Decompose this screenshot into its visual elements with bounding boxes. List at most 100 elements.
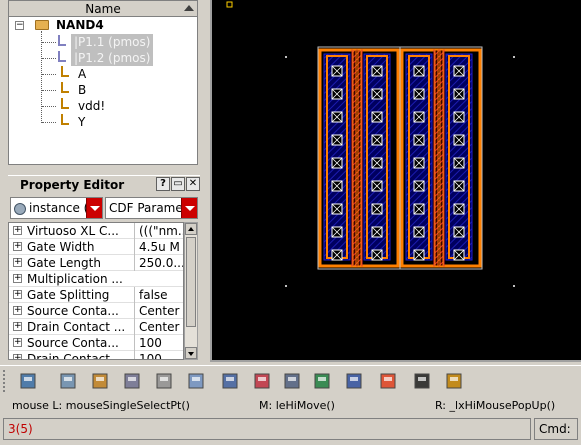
property-editor-controls: ? ▭ ✕ <box>156 177 200 191</box>
collapse-icon[interactable]: − <box>15 21 24 30</box>
hierarchy-icon[interactable] <box>18 371 38 391</box>
property-row[interactable]: + Virtuoso XL C... ((("nm... <box>9 223 183 239</box>
window-icon[interactable] <box>220 371 240 391</box>
tree-header[interactable]: Name <box>9 1 197 17</box>
sort-arrow-icon[interactable] <box>184 5 194 11</box>
tree-item-b[interactable]: B <box>75 82 89 98</box>
property-value[interactable]: ((("nm... <box>134 223 183 239</box>
pin-icon <box>61 98 69 109</box>
expand-icon[interactable]: + <box>13 274 22 283</box>
mouse-middle-binding: M: leHiMove() <box>259 399 335 412</box>
property-row[interactable]: + Gate Length 250.0... <box>9 255 183 271</box>
navigator-tree: Name − NAND4 |P1.1 (pmos) |P1.2 (pmos) A… <box>8 0 198 165</box>
property-name: Source Conta... <box>27 304 119 318</box>
close-button[interactable]: ✕ <box>186 177 200 191</box>
property-name: Drain Contact... <box>27 352 122 360</box>
probe-icon[interactable] <box>312 371 332 391</box>
cdf-category-value: CDF Paramet <box>109 201 188 215</box>
wrench-icon[interactable] <box>122 371 142 391</box>
property-value[interactable]: 250.0... <box>134 255 183 271</box>
command-count: 3(5) <box>3 418 531 440</box>
tree-item-p1-2[interactable]: |P1.2 (pmos) <box>71 50 154 66</box>
explode-icon[interactable] <box>378 371 398 391</box>
mouse-status-line: mouse L: mouseSingleSelectPt() M: leHiMo… <box>0 397 581 415</box>
tree-header-label: Name <box>85 2 121 16</box>
help-button[interactable]: ? <box>156 177 170 191</box>
instance-icon <box>14 202 26 215</box>
tree-item-y[interactable]: Y <box>75 114 88 130</box>
restore-button[interactable]: ▭ <box>171 177 185 191</box>
expand-icon[interactable]: + <box>13 306 22 315</box>
property-name: Source Conta... <box>27 336 119 350</box>
reshape-icon[interactable] <box>186 371 206 391</box>
scroll-down-icon[interactable] <box>185 347 197 359</box>
dropdown-arrow-icon[interactable] <box>86 198 102 218</box>
property-value[interactable]: 4.5u M <box>134 239 183 255</box>
tree-item-label: B <box>78 83 87 97</box>
tree-root-label: NAND4 <box>56 18 104 32</box>
property-value[interactable]: 100 <box>134 335 183 351</box>
person-icon[interactable] <box>90 371 110 391</box>
property-name: Gate Width <box>27 240 95 254</box>
left-panel: Name − NAND4 |P1.1 (pmos) |P1.2 (pmos) A… <box>0 0 207 365</box>
property-value[interactable]: 100 <box>134 351 183 359</box>
command-line: 3(5) Cmd: <box>0 416 581 442</box>
folder-icon <box>35 20 49 30</box>
property-value[interactable]: false <box>134 287 183 303</box>
pins-icon[interactable] <box>444 371 464 391</box>
virtuoso-window: Name − NAND4 |P1.1 (pmos) |P1.2 (pmos) A… <box>0 0 581 445</box>
funnel-icon[interactable] <box>252 371 272 391</box>
align-icon[interactable] <box>344 371 364 391</box>
property-name: Virtuoso XL C... <box>27 224 119 238</box>
property-row[interactable]: + Source Conta... Center <box>9 303 183 319</box>
bottom-toolbar <box>0 365 581 395</box>
expand-icon[interactable]: + <box>13 354 22 359</box>
grid-icon[interactable] <box>282 371 302 391</box>
property-row[interactable]: + Gate Width 4.5u M <box>9 239 183 255</box>
property-scrollbar[interactable] <box>184 222 198 360</box>
expand-icon[interactable]: + <box>13 226 22 235</box>
property-name: Drain Contact ... <box>27 320 126 334</box>
property-editor-title: Property Editor ? ▭ ✕ <box>8 175 200 193</box>
mouse-right-binding: R: _lxHiMousePopUp() <box>435 399 556 412</box>
expand-icon[interactable]: + <box>13 242 22 251</box>
scroll-thumb[interactable] <box>186 237 196 327</box>
pin-icon <box>61 82 69 93</box>
tree-item-vdd[interactable]: vdd! <box>75 98 108 114</box>
command-prompt[interactable]: Cmd: <box>534 418 578 440</box>
layout-canvas[interactable] <box>210 0 581 362</box>
tree-item-label: vdd! <box>78 99 106 113</box>
expand-icon[interactable]: + <box>13 322 22 331</box>
mouse-left-binding: mouse L: mouseSingleSelectPt() <box>12 399 190 412</box>
property-value[interactable]: Center <box>134 319 183 335</box>
property-row[interactable]: + Drain Contact... 100 <box>9 351 183 360</box>
instance-icon <box>58 35 66 46</box>
property-row[interactable]: + Source Conta... 100 <box>9 335 183 351</box>
chain-icon[interactable] <box>154 371 174 391</box>
property-editor-title-text: Property Editor <box>20 178 125 192</box>
tree-item-a[interactable]: A <box>75 66 89 82</box>
property-name: Multiplication ... <box>27 272 123 286</box>
descend-icon[interactable] <box>58 371 78 391</box>
expand-icon[interactable]: + <box>13 338 22 347</box>
pin-icon <box>61 114 69 125</box>
scroll-up-icon[interactable] <box>185 223 197 235</box>
property-row[interactable]: + Drain Contact ... Center <box>9 319 183 335</box>
instance-icon <box>58 51 66 62</box>
property-row[interactable]: + Multiplication ... <box>9 271 183 287</box>
dropdown-arrow-icon[interactable] <box>181 198 197 218</box>
expand-icon[interactable]: + <box>13 258 22 267</box>
tree-item-label: |P1.2 (pmos) <box>71 50 154 66</box>
cdf-category-combo[interactable]: CDF Paramet <box>105 197 198 219</box>
instance-filter-combo[interactable]: instance ( <box>10 197 103 219</box>
property-value[interactable]: Center <box>134 303 183 319</box>
property-row[interactable]: + Gate Splitting false <box>9 287 183 303</box>
tree-root-nand4[interactable]: NAND4 <box>53 17 107 33</box>
expand-icon[interactable]: + <box>13 290 22 299</box>
tree-item-label: A <box>78 67 87 81</box>
property-name: Gate Length <box>27 256 101 270</box>
toolbar-grip[interactable] <box>3 370 9 392</box>
origin-marker <box>226 1 233 8</box>
tree-item-p1-1[interactable]: |P1.1 (pmos) <box>71 34 154 50</box>
layer-icon[interactable] <box>412 371 432 391</box>
